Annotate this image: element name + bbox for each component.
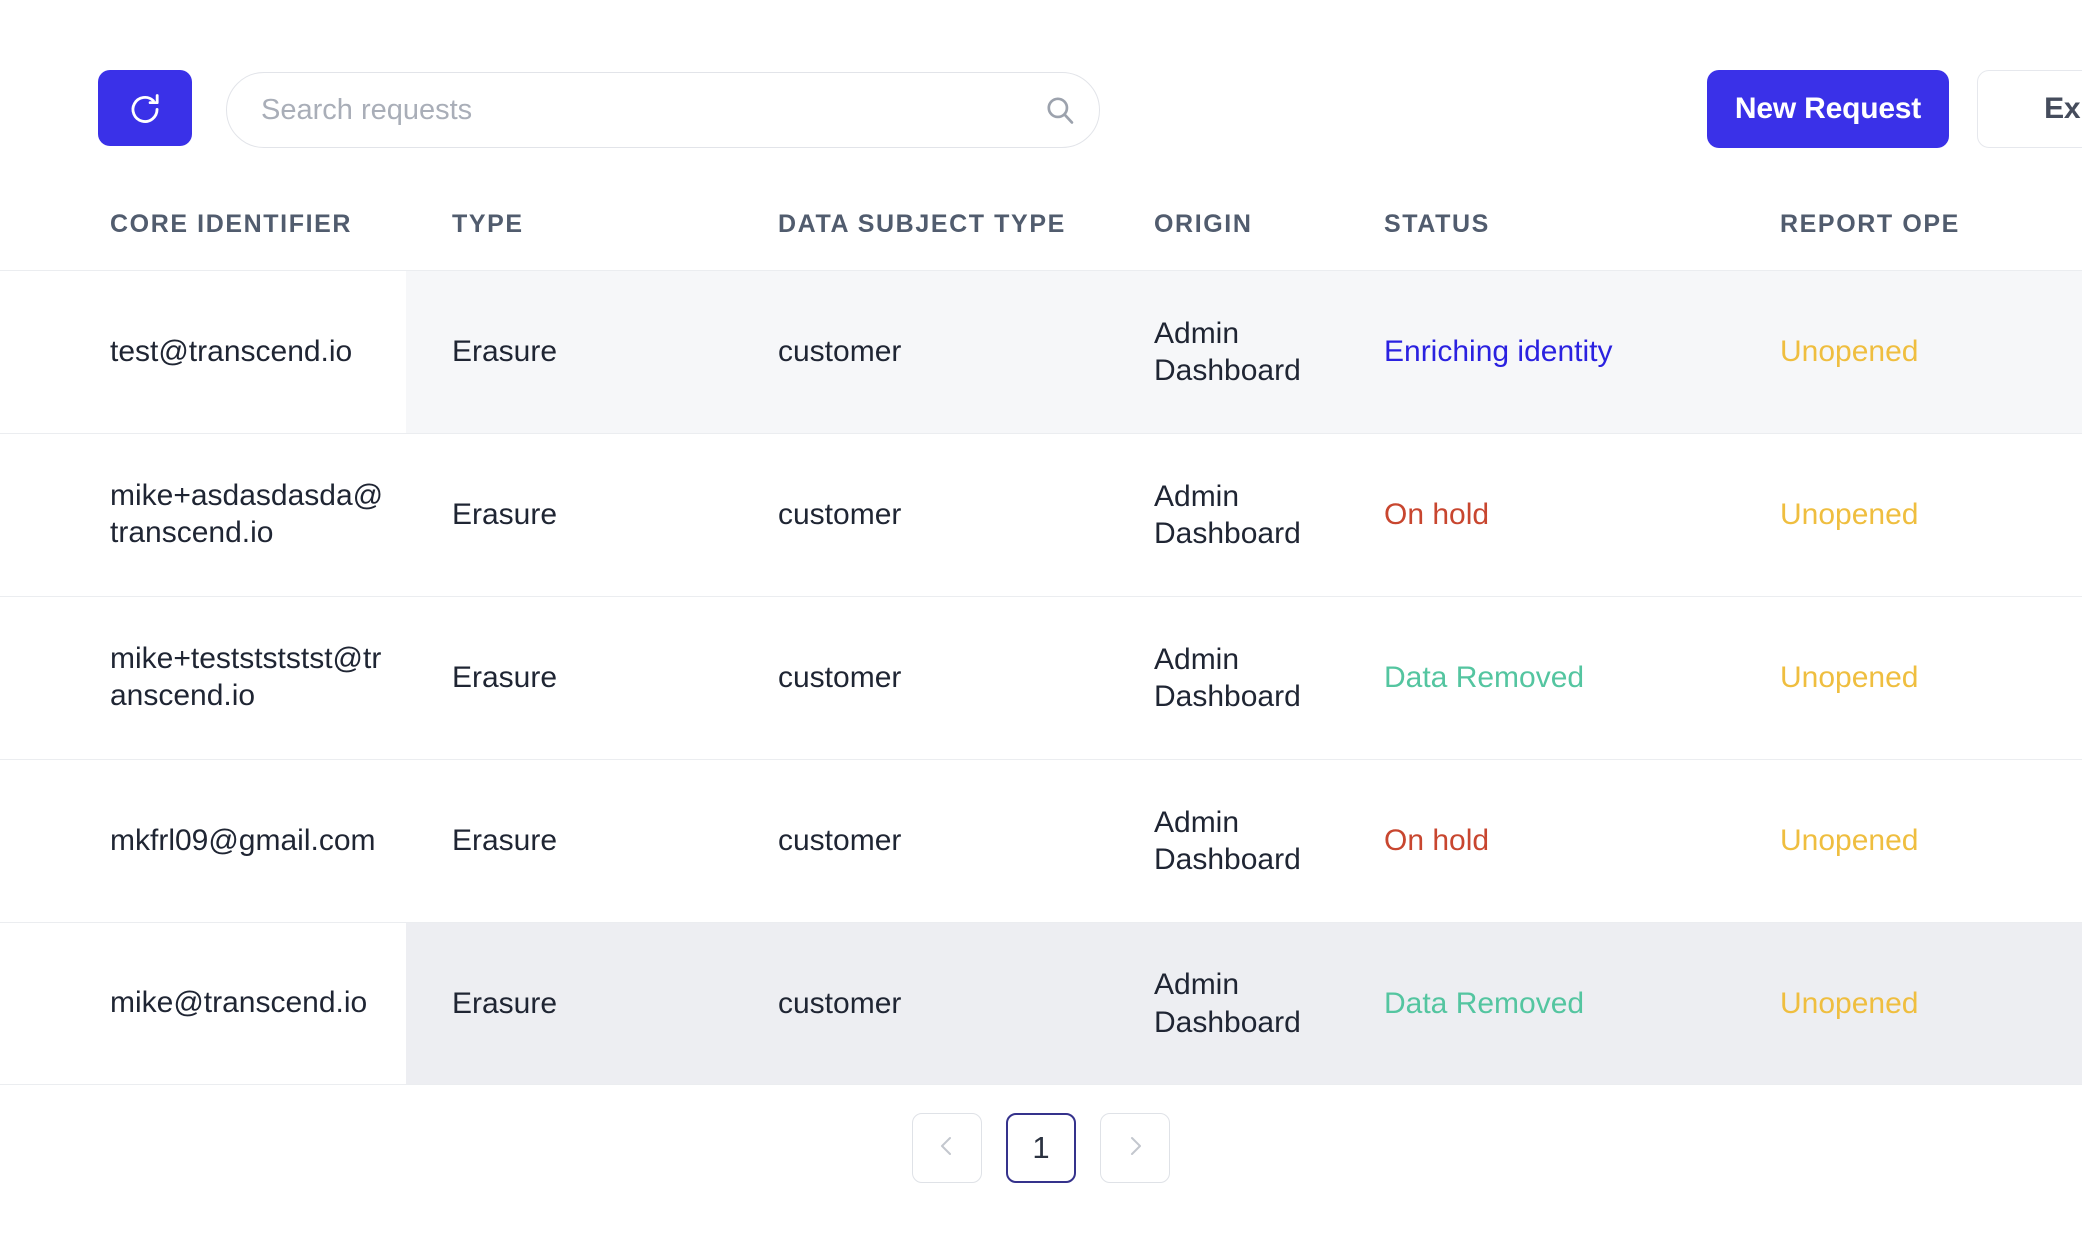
cell-data-subject-type: customer [740, 271, 1136, 433]
pagination-next-button[interactable] [1100, 1113, 1170, 1183]
chevron-left-icon [935, 1134, 959, 1163]
cell-origin: Admin Dashboard [1136, 760, 1356, 922]
cell-type: Erasure [406, 923, 740, 1084]
export-button[interactable]: Export [1977, 70, 2082, 148]
table-row[interactable]: mkfrl09@gmail.com Erasure customer Admin… [0, 759, 2082, 922]
cell-type: Erasure [406, 271, 740, 433]
cell-core-identifier: mike+asdasdasda@transcend.io [0, 434, 406, 596]
origin-line-2: Dashboard [1154, 841, 1301, 879]
cell-status: On hold [1356, 760, 1750, 922]
origin-line-2: Dashboard [1154, 515, 1301, 553]
origin-line-1: Admin [1154, 804, 1301, 842]
toolbar: New Request Export [0, 0, 2082, 178]
cell-status: Enriching identity [1356, 271, 1750, 433]
cell-type: Erasure [406, 597, 740, 759]
pagination: 1 [0, 1113, 2082, 1183]
table-row[interactable]: test@transcend.io Erasure customer Admin… [0, 270, 2082, 433]
requests-table: CORE IDENTIFIER TYPE DATA SUBJECT TYPE O… [0, 178, 2082, 1085]
cell-report-opened: Unopened [1750, 923, 2082, 1084]
pagination-page-1[interactable]: 1 [1006, 1113, 1076, 1183]
cell-core-identifier: mike+teststststst@transcend.io [0, 597, 406, 759]
table-header: CORE IDENTIFIER TYPE DATA SUBJECT TYPE O… [0, 178, 2082, 270]
search-icon[interactable] [1021, 72, 1099, 148]
cell-type: Erasure [406, 760, 740, 922]
table-row[interactable]: mike+asdasdasda@transcend.io Erasure cus… [0, 433, 2082, 596]
cell-data-subject-type: customer [740, 597, 1136, 759]
cell-status: Data Removed [1356, 923, 1750, 1084]
column-header-origin[interactable]: ORIGIN [1136, 178, 1356, 270]
cell-report-opened: Unopened [1750, 271, 2082, 433]
requests-page: New Request Export CORE IDENTIFIER TYPE … [0, 0, 2082, 1252]
cell-data-subject-type: customer [740, 760, 1136, 922]
search-input[interactable] [227, 94, 1021, 127]
table-row[interactable]: mike+teststststst@transcend.io Erasure c… [0, 596, 2082, 759]
cell-core-identifier: test@transcend.io [0, 271, 406, 433]
column-header-core-identifier[interactable]: CORE IDENTIFIER [0, 178, 406, 270]
new-request-button[interactable]: New Request [1707, 70, 1949, 148]
cell-origin: Admin Dashboard [1136, 434, 1356, 596]
cell-core-identifier: mike@transcend.io [0, 923, 406, 1084]
origin-line-1: Admin [1154, 478, 1301, 516]
pagination-prev-button[interactable] [912, 1113, 982, 1183]
column-header-report-opened[interactable]: REPORT OPE [1750, 178, 2082, 270]
table-body: test@transcend.io Erasure customer Admin… [0, 270, 2082, 1085]
cell-status: On hold [1356, 434, 1750, 596]
cell-data-subject-type: customer [740, 923, 1136, 1084]
origin-line-1: Admin [1154, 641, 1301, 679]
refresh-button[interactable] [98, 70, 192, 146]
search-box[interactable] [226, 72, 1100, 148]
cell-type: Erasure [406, 434, 740, 596]
cell-origin: Admin Dashboard [1136, 597, 1356, 759]
column-header-type[interactable]: TYPE [406, 178, 740, 270]
origin-line-2: Dashboard [1154, 352, 1301, 390]
chevron-right-icon [1123, 1134, 1147, 1163]
origin-line-2: Dashboard [1154, 678, 1301, 716]
cell-report-opened: Unopened [1750, 434, 2082, 596]
origin-line-1: Admin [1154, 315, 1301, 353]
cell-origin: Admin Dashboard [1136, 923, 1356, 1084]
origin-line-2: Dashboard [1154, 1004, 1301, 1042]
cell-report-opened: Unopened [1750, 597, 2082, 759]
origin-line-1: Admin [1154, 966, 1301, 1004]
cell-status: Data Removed [1356, 597, 1750, 759]
cell-data-subject-type: customer [740, 434, 1136, 596]
cell-origin: Admin Dashboard [1136, 271, 1356, 433]
column-header-status[interactable]: STATUS [1356, 178, 1750, 270]
cell-report-opened: Unopened [1750, 760, 2082, 922]
table-header-row: CORE IDENTIFIER TYPE DATA SUBJECT TYPE O… [0, 178, 2082, 270]
column-header-data-subject-type[interactable]: DATA SUBJECT TYPE [740, 178, 1136, 270]
refresh-icon [128, 91, 162, 125]
cell-core-identifier: mkfrl09@gmail.com [0, 760, 406, 922]
table-row[interactable]: mike@transcend.io Erasure customer Admin… [0, 922, 2082, 1085]
